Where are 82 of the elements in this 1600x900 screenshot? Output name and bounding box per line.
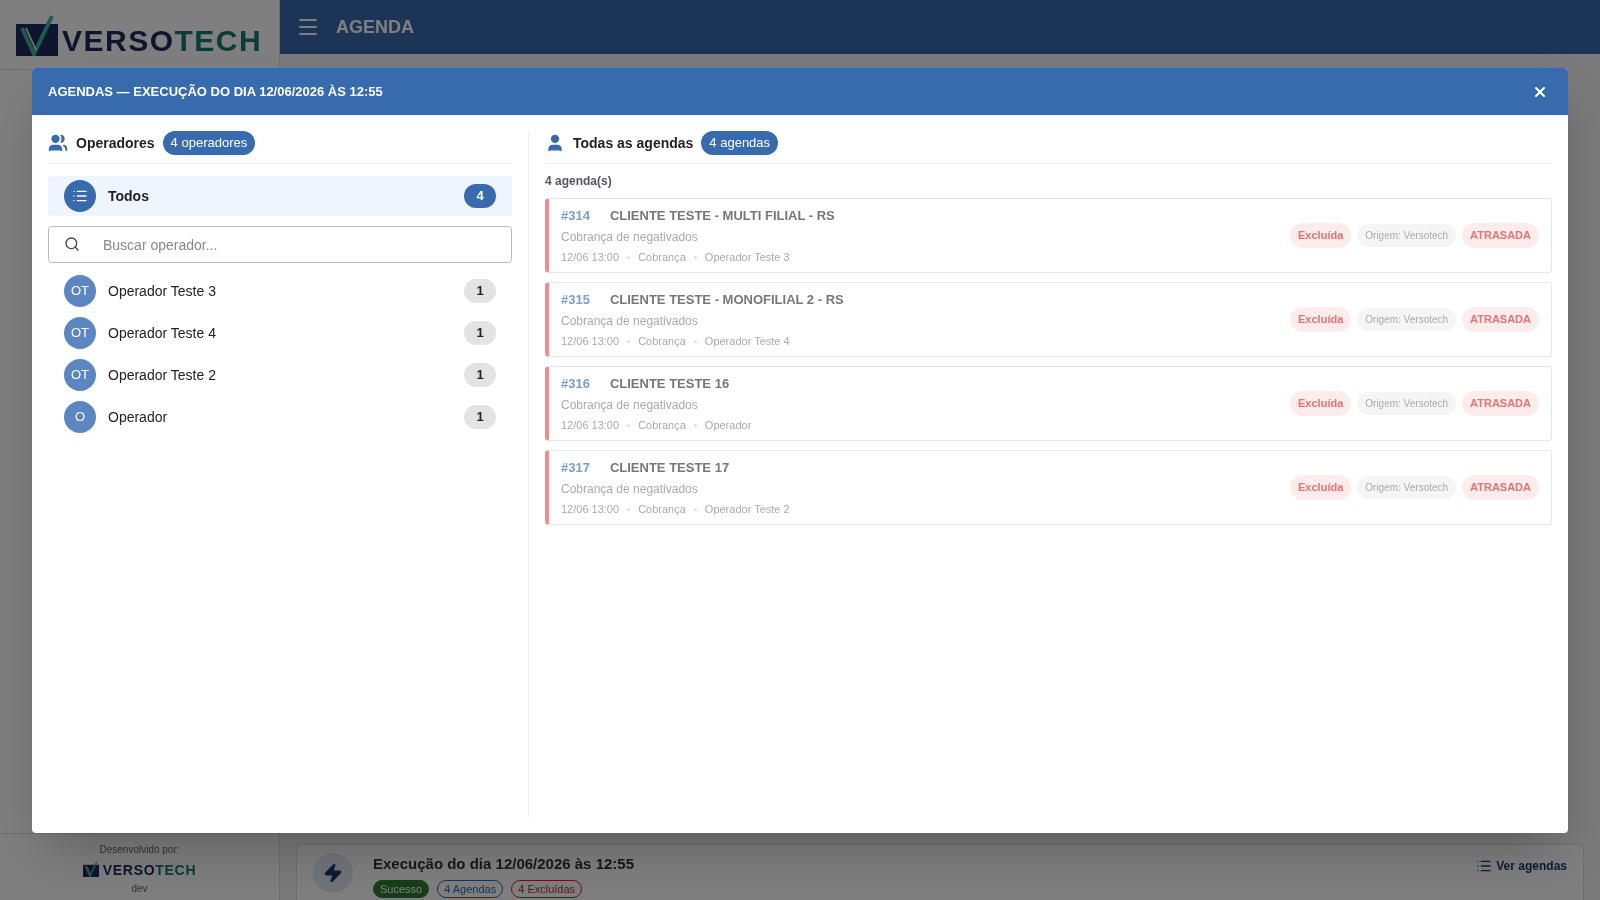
operator-avatar: OT [64, 359, 96, 391]
users-icon [48, 133, 68, 153]
operator-avatar: OT [64, 317, 96, 349]
list-icon [72, 188, 88, 204]
agenda-id: #316 [561, 374, 590, 393]
operator-avatar: O [64, 401, 96, 433]
operator-list-item[interactable]: OT Operador Teste 4 1 [48, 317, 512, 349]
agenda-card[interactable]: #316 CLIENTE TESTE 16 Cobrança de negativados 12/06 13:00 Cobrança Operador Excluída Origem: Versotech ATRASADA [545, 366, 1552, 441]
client-name: CLIENTE TESTE 16 [609, 374, 730, 393]
agenda-operator: Operador [704, 418, 752, 433]
operators-heading: Operadores [76, 133, 155, 153]
agenda-description: Cobrança de negativados [561, 313, 699, 330]
agenda-tag: Excluída [1290, 475, 1352, 500]
agenda-tag: Origem: Versotech [1357, 308, 1457, 331]
environment-label: dev [131, 882, 148, 896]
logo-text: VERSOTECH [62, 25, 263, 56]
agenda-tag: Excluída [1290, 223, 1352, 248]
agenda-card[interactable]: #317 CLIENTE TESTE 17 Cobrança de negativados 12/06 13:00 Cobrança Operador Teste 2 Excluída Origem: Versotech ATRASADA [545, 450, 1552, 525]
operator-list-item[interactable]: Todos 4 [48, 176, 512, 216]
search-icon [64, 236, 80, 252]
view-agendas-link[interactable]: Ver agendas [1476, 853, 1567, 875]
operator-count: 4 [464, 184, 496, 208]
agenda-time: 12/06 13:00 [561, 250, 620, 265]
agenda-tag: Excluída [1290, 391, 1352, 416]
operator-name: Operador [108, 407, 169, 427]
modal-title: AGENDAS — EXECUÇÃO DO DIA 12/06/2026 ÀS 12:55 [48, 82, 383, 101]
agenda-operator: Operador Teste 3 [704, 250, 790, 265]
agendas-summary: 4 agenda(s) [545, 173, 613, 190]
logo-icon [16, 13, 58, 56]
agenda-tag: Origem: Versotech [1357, 224, 1457, 247]
operator-name: Operador Teste 3 [108, 281, 217, 301]
client-name: CLIENTE TESTE 17 [609, 458, 730, 477]
list-icon [1476, 858, 1493, 874]
agenda-time: 12/06 13:00 [561, 418, 620, 433]
operator-count: 1 [464, 363, 496, 387]
agendas-count: 4 agendas [701, 131, 779, 155]
agenda-tag: ATRASADA [1462, 391, 1539, 416]
agenda-category: Cobrança [638, 418, 686, 433]
logo-icon [82, 861, 99, 877]
agenda-id: #314 [561, 206, 590, 225]
operator-list-item[interactable]: OT Operador Teste 3 1 [48, 275, 512, 307]
agenda-time: 12/06 13:00 [561, 334, 620, 349]
agenda-category: Cobrança [638, 250, 686, 265]
agenda-category: Cobrança [638, 502, 686, 517]
agenda-operator: Operador Teste 2 [704, 502, 790, 517]
execution-title: Execução do dia 12/06/2026 às 12:55 [373, 854, 635, 874]
agenda-tag: Origem: Versotech [1357, 476, 1457, 499]
operator-name: Todos [108, 186, 150, 206]
operators-count: 4 operadores [162, 131, 256, 155]
execution-badge: Sucesso [373, 879, 430, 898]
agenda-description: Cobrança de negativados [561, 397, 699, 414]
agenda-tag: ATRASADA [1462, 475, 1539, 500]
agendas-heading: Todas as agendas [573, 133, 694, 153]
operator-avatar: OT [64, 275, 96, 307]
agenda-card[interactable]: #315 CLIENTE TESTE - MONOFILIAL 2 - RS Cobrança de negativados 12/06 13:00 Cobrança Operador Teste 4 Excluída Origem: Versotech ATRASADA [545, 282, 1552, 357]
agenda-card[interactable]: #314 CLIENTE TESTE - MULTI FILIAL - RS Cobrança de negativados 12/06 13:00 Cobrança Operador Teste 3 Excluída Origem: Versotech ATRASADA [545, 198, 1552, 273]
agenda-id: #315 [561, 290, 590, 309]
agenda-description: Cobrança de negativados [561, 481, 699, 498]
agenda-time: 12/06 13:00 [561, 502, 620, 517]
operator-count: 1 [464, 405, 496, 429]
agenda-tag: ATRASADA [1462, 223, 1539, 248]
agenda-tag: ATRASADA [1462, 307, 1539, 332]
person-icon [545, 133, 565, 153]
agenda-tag: Origem: Versotech [1357, 392, 1457, 415]
agenda-tag: Excluída [1290, 307, 1352, 332]
lightning-icon [323, 863, 343, 883]
page-title: AGENDA [336, 15, 414, 39]
client-name: CLIENTE TESTE - MONOFILIAL 2 - RS [609, 290, 844, 309]
agenda-operator: Operador Teste 4 [704, 334, 790, 349]
operator-list-item[interactable]: OT Operador Teste 2 1 [48, 359, 512, 391]
operator-count: 1 [464, 279, 496, 303]
operator-count: 1 [464, 321, 496, 345]
agenda-id: #317 [561, 458, 590, 477]
logo-text: VERSOTECH [102, 863, 197, 877]
operator-name: Operador Teste 2 [108, 365, 217, 385]
agenda-description: Cobrança de negativados [561, 229, 699, 246]
developed-by-caption: Desenvolvido por: [99, 843, 180, 857]
search-field[interactable]: Buscar operador... [48, 226, 512, 263]
operator-list-item[interactable]: O Operador 1 [48, 401, 512, 433]
client-name: CLIENTE TESTE - MULTI FILIAL - RS [609, 206, 835, 225]
operator-name: Operador Teste 4 [108, 323, 217, 343]
agenda-category: Cobrança [638, 334, 686, 349]
